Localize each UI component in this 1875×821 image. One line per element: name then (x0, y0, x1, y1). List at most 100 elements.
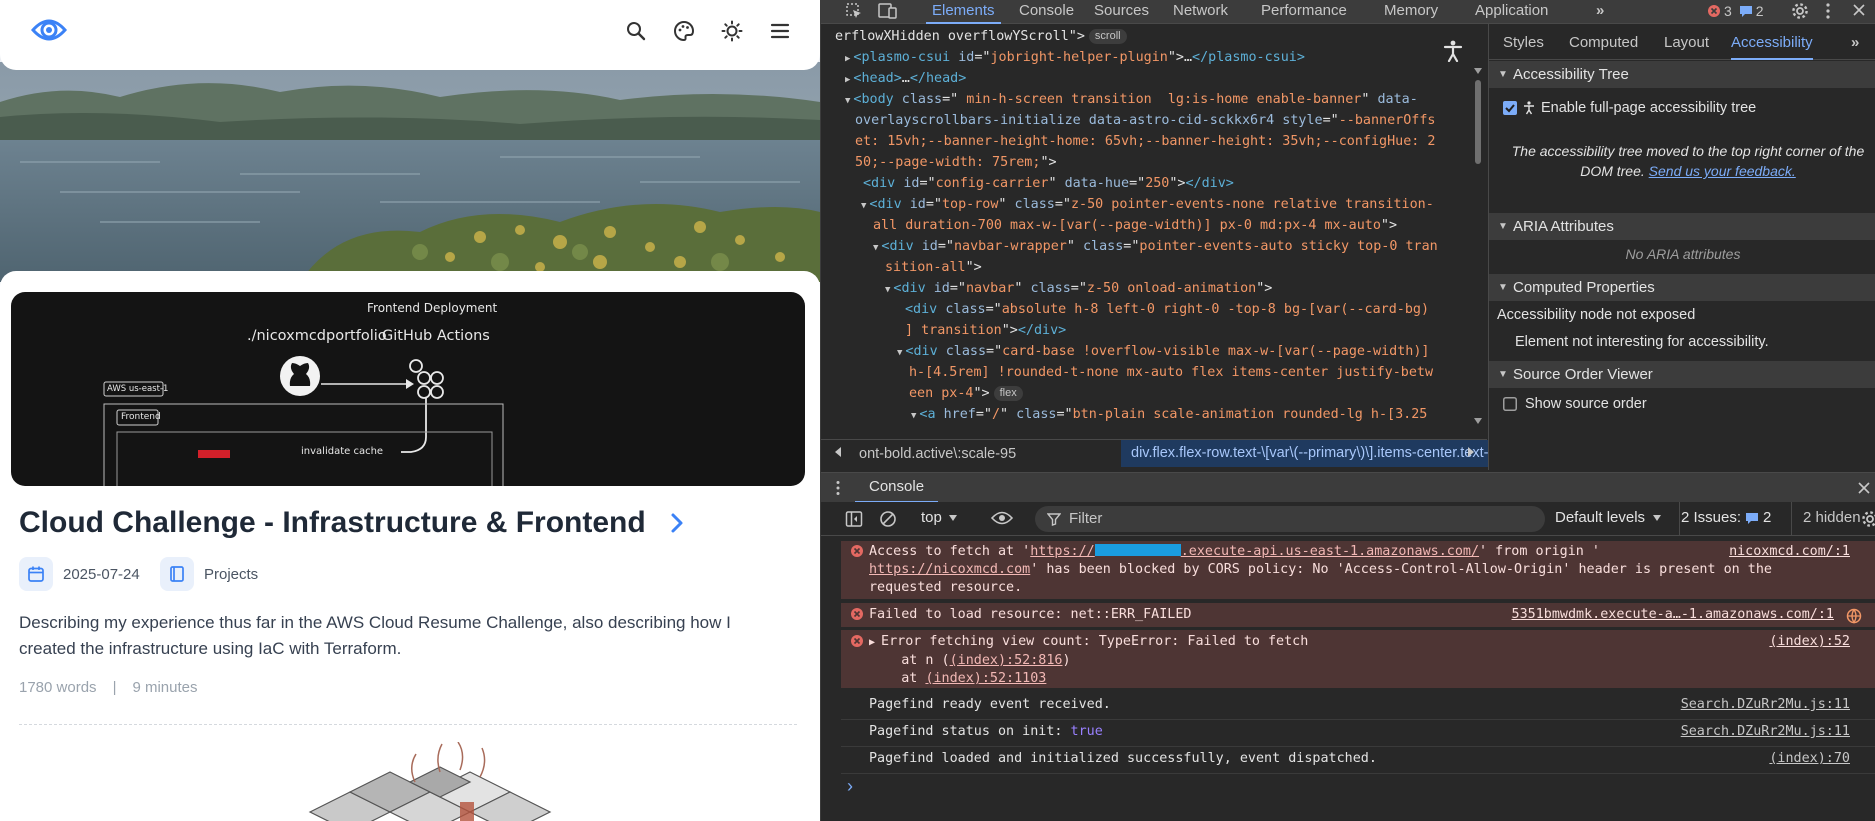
dom-node-line[interactable]: erflowXHidden overflowYScroll"> scroll (835, 26, 1127, 47)
tab-layout[interactable]: Layout (1664, 34, 1709, 51)
collapse-arrow-icon[interactable]: ▼ (885, 285, 890, 295)
message-url-link[interactable]: .execute-api.us-east-1.amazonaws.com/ (1181, 544, 1479, 559)
clear-console-icon[interactable] (879, 510, 897, 532)
menu-icon[interactable] (764, 15, 796, 47)
expand-arrow-icon[interactable]: ▶ (845, 54, 850, 64)
log-levels-dropdown[interactable]: Default levels (1555, 509, 1662, 526)
dom-badge[interactable]: scroll (1088, 29, 1127, 44)
message-url-link[interactable]: https:// (1030, 544, 1095, 559)
expand-arrow-icon[interactable]: ▶ (869, 637, 875, 648)
tab-application[interactable]: Application (1475, 0, 1548, 24)
feedback-link[interactable]: Send us your feedback. (1649, 163, 1796, 179)
dom-node-line[interactable]: ▶ <head>…</head> (845, 68, 966, 91)
origin-link[interactable]: https://nicoxmcd.com (869, 562, 1030, 577)
cover-image[interactable]: Frontend Deployment ./nicoxmcdportfolio … (11, 292, 805, 486)
palette-icon[interactable] (668, 15, 700, 47)
enable-tree-toggle[interactable]: Enable full-page accessibility tree (1503, 100, 1756, 116)
message-source-link[interactable]: Search.DZuRr2Mu.js:11 (1681, 696, 1850, 714)
breadcrumb-right-arrow-icon[interactable] (1466, 445, 1476, 463)
dom-node-line[interactable]: <div id="config-carrier" data-hue="250">… (863, 173, 1234, 194)
tab-network[interactable]: Network (1173, 0, 1228, 24)
more-options-icon[interactable] (1825, 2, 1831, 24)
context-selector[interactable]: top (921, 509, 958, 526)
search-icon[interactable] (620, 15, 652, 47)
console-prompt[interactable]: › (847, 776, 853, 797)
more-tabs-button[interactable]: » (1596, 0, 1604, 24)
chevron-right-icon[interactable] (670, 512, 684, 539)
dom-node-line[interactable]: overlayscrollbars-initialize data-astro-… (855, 110, 1435, 131)
device-toolbar-icon[interactable] (878, 2, 898, 24)
tab-styles[interactable]: Styles (1503, 34, 1544, 51)
computed-properties-section-header[interactable]: ▼ Computed Properties (1489, 274, 1875, 301)
collapse-arrow-icon[interactable]: ▼ (911, 411, 916, 421)
dom-node-line[interactable]: ▼ <div class="card-base !overflow-visible… (897, 341, 1429, 364)
inspect-element-icon[interactable] (845, 2, 863, 24)
tab-accessibility[interactable]: Accessibility (1731, 34, 1813, 60)
message-source-link[interactable]: nicoxmcd.com/:1 (1729, 543, 1850, 561)
dom-node-line[interactable]: 50;--page-width: 75rem;"> (855, 152, 1057, 173)
dom-node-line[interactable]: ▼ <a href="/" class="btn-plain scale-anim… (911, 404, 1427, 427)
tab-memory[interactable]: Memory (1384, 0, 1438, 24)
message-source-link[interactable]: 5351bmwdmk.execute-a…-1.amazonaws.com/:1 (1512, 606, 1834, 624)
tab-sources[interactable]: Sources (1094, 0, 1149, 24)
dom-node-line[interactable]: et: 15vh;--banner-height-home: 65vh;--ba… (855, 131, 1435, 152)
message-source-link[interactable]: Search.DZuRr2Mu.js:11 (1681, 723, 1850, 741)
elements-dom-tree[interactable]: erflowXHidden overflowYScroll"> scroll ▶ <p… (821, 24, 1487, 434)
tab-computed[interactable]: Computed (1569, 34, 1638, 51)
more-side-tabs-button[interactable]: » (1851, 34, 1859, 51)
show-source-order-toggle[interactable]: Show source order (1503, 396, 1647, 412)
dom-node-line[interactable]: ▼ <div id="top-row" class="z-50 pointer-e… (861, 194, 1434, 217)
dom-scrollbar[interactable] (1473, 64, 1483, 434)
tab-performance[interactable]: Performance (1261, 0, 1347, 24)
dom-node-line[interactable]: ▼ <div id="navbar" class="z-50 onload-ani… (885, 278, 1272, 301)
dom-node-line[interactable]: een px-4"> flex (909, 383, 1023, 404)
drawer-tab-console[interactable]: Console (855, 473, 939, 503)
dom-node-line[interactable]: <div class="absolute h-8 left-0 right-0 … (905, 299, 1429, 320)
breadcrumb-left-arrow-icon[interactable] (833, 445, 843, 463)
tab-console[interactable]: Console (1019, 0, 1074, 24)
stack-link[interactable]: (index):52:816 (950, 653, 1063, 668)
settings-gear-icon[interactable] (1791, 2, 1809, 24)
breadcrumb-item[interactable]: ont-bold.active\:scale-95 (859, 446, 1121, 462)
tab-elements[interactable]: Elements (926, 0, 1001, 24)
console-settings-gear-icon[interactable] (1861, 510, 1875, 532)
dom-token: class (945, 344, 987, 359)
error-counter[interactable]: 3 2 (1707, 3, 1764, 19)
network-panel-icon[interactable] (1846, 608, 1862, 624)
stack-link[interactable]: (index):52:1103 (925, 671, 1046, 686)
console-filter-input[interactable]: Filter (1035, 506, 1545, 532)
sidebar-toggle-icon[interactable] (845, 510, 863, 532)
dom-badge[interactable]: flex (993, 386, 1023, 401)
accessibility-tree-section-header[interactable]: ▼ Accessibility Tree (1489, 61, 1875, 88)
accessibility-person-icon[interactable] (1443, 40, 1465, 63)
dom-node-line[interactable]: all duration-700 max-w-[var(--page-width… (873, 215, 1397, 236)
breadcrumb-selected-item[interactable]: div.flex.flex-row.text-\[var\(--primary\… (1121, 440, 1519, 467)
dom-node-line[interactable]: ▶ <plasmo-csui id="jobright-helper-plugin… (845, 47, 1305, 70)
message-source-link[interactable]: (index):52 (1769, 633, 1850, 651)
dom-node-line[interactable]: ▼ <body class=" min-h-screen transition l… (845, 89, 1418, 112)
dom-node-line[interactable]: sition-all"> (885, 257, 982, 278)
close-icon[interactable] (1851, 2, 1867, 22)
live-expression-eye-icon[interactable] (990, 510, 1014, 530)
collapse-arrow-icon[interactable]: ▼ (845, 96, 850, 106)
drawer-menu-icon[interactable] (835, 480, 841, 500)
dom-node-line[interactable]: ] transition"></div> (905, 320, 1066, 341)
collapse-arrow-icon[interactable]: ▼ (861, 201, 866, 211)
message-source-link[interactable]: (index):70 (1769, 750, 1850, 768)
collapse-arrow-icon[interactable]: ▼ (897, 348, 902, 358)
dom-node-line[interactable]: h-[4.5rem] !rounded-t-none mx-auto flex … (909, 362, 1433, 383)
aria-attributes-section-header[interactable]: ▼ ARIA Attributes (1489, 213, 1875, 240)
close-drawer-icon[interactable] (1857, 481, 1871, 499)
expand-arrow-icon[interactable]: ▶ (845, 75, 850, 85)
post-category[interactable]: Projects (204, 566, 258, 583)
dom-token: et: 15vh;--banner-height-home: 65vh;--ba… (855, 134, 1436, 149)
collapse-arrow-icon[interactable]: ▼ (873, 243, 878, 253)
checkbox-checked-icon[interactable] (1503, 101, 1517, 115)
issues-button[interactable]: 2 Issues: 2 (1681, 509, 1771, 526)
eye-logo-icon[interactable] (30, 14, 68, 46)
checkbox-unchecked-icon[interactable] (1503, 397, 1517, 411)
sun-icon[interactable] (716, 15, 748, 47)
dom-node-line[interactable]: ▼ <div id="navbar-wrapper" class="pointer… (873, 236, 1438, 259)
source-order-section-header[interactable]: ▼ Source Order Viewer (1489, 361, 1875, 388)
post-title[interactable]: Cloud Challenge - Infrastructure & Front… (19, 506, 646, 540)
